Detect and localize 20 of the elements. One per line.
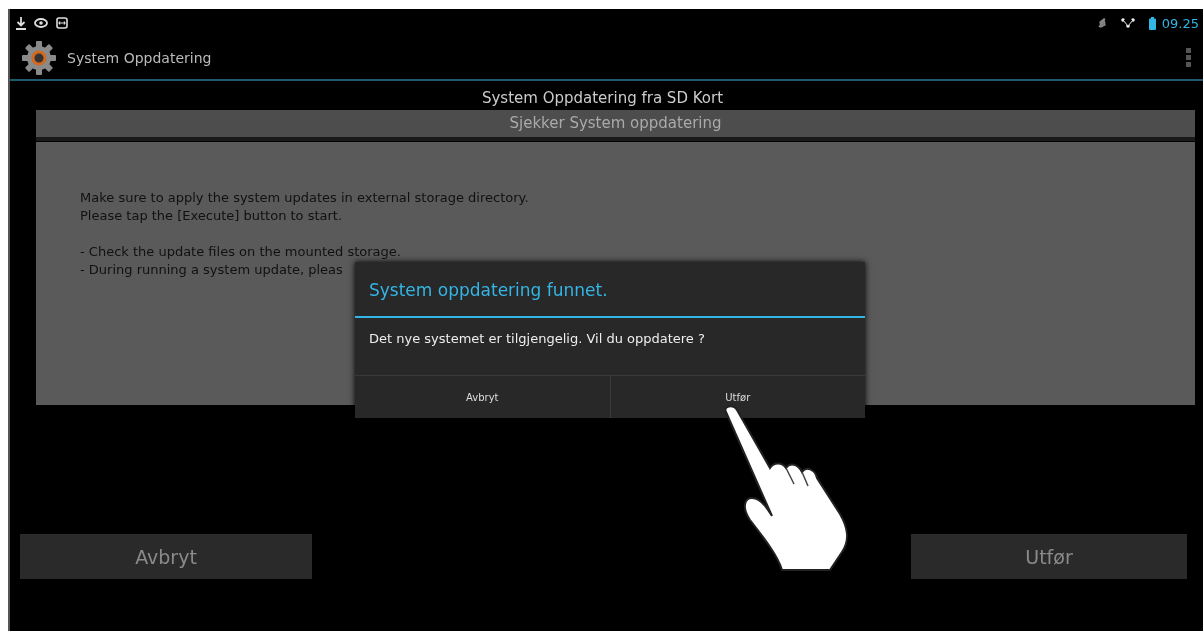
gear-icon bbox=[21, 40, 57, 76]
dialog-button[interactable]: Avbryt bbox=[355, 376, 610, 418]
instruction-text: Make sure to apply the system updates in external storage directory. bbox=[80, 189, 529, 207]
overflow-menu-icon[interactable] bbox=[1186, 48, 1191, 68]
instruction-text: Please tap the [Execute] button to start. bbox=[80, 207, 343, 225]
battery-icon bbox=[1148, 16, 1156, 30]
status-time: 09.25 bbox=[1161, 15, 1199, 31]
instruction-text: - During running a system update, pleas bbox=[80, 261, 343, 279]
download-icon bbox=[16, 16, 26, 30]
network-icon bbox=[1120, 18, 1135, 28]
app-title: System Oppdatering bbox=[67, 50, 213, 66]
section-header: Sjekker System oppdatering bbox=[36, 110, 1195, 141]
action-button[interactable]: Avbryt bbox=[20, 534, 312, 579]
remote-icon bbox=[56, 17, 68, 29]
screen-title: System Oppdatering fra SD Kort bbox=[480, 88, 725, 109]
action-button[interactable]: Utfør bbox=[911, 534, 1187, 579]
instruction-text: - Check the update files on the mounted storage. bbox=[80, 243, 401, 261]
dialog-title: System oppdatering funnet. bbox=[355, 262, 865, 318]
eye-icon bbox=[34, 18, 48, 28]
dialog-message: Det nye systemet er tilgjengelig. Vil du oppdatere ? bbox=[368, 330, 706, 348]
